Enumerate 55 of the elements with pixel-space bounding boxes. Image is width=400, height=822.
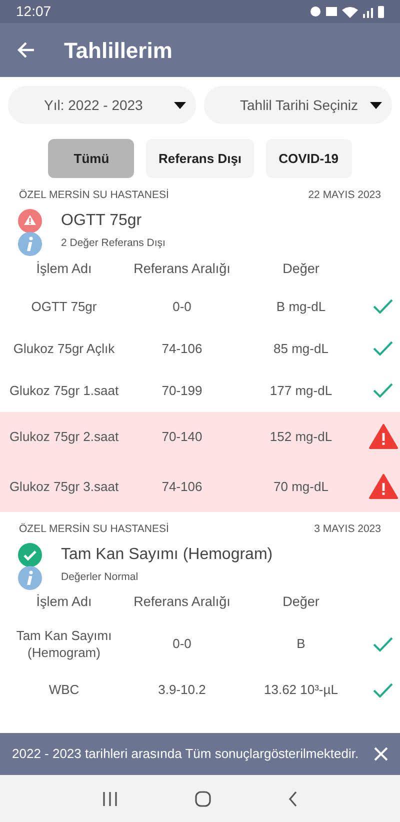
signal-icon	[363, 6, 373, 18]
table-cell-text: 74-106	[160, 340, 204, 357]
column-header: İşlem Adı	[35, 593, 93, 612]
test-date: 22 MAYIS 2023	[308, 188, 381, 203]
column-header: Referans Aralığı	[132, 260, 232, 278]
table-cell-text: Glukoz 75gr Açlık	[12, 340, 116, 357]
table-cell-text: Glukoz 75gr 3.saat	[8, 478, 120, 495]
snackbar-message: 2022 - 2023 tarihleri arasında Tüm sonuçlargösterilmektedir.	[12, 745, 359, 764]
table-cell-text: 74-106	[160, 478, 204, 495]
recent-apps-icon[interactable]	[102, 792, 118, 806]
table-cell-text: Tam Kan Sayımı (Hemogram)	[15, 628, 113, 661]
table-cell-text: Glukoz 75gr 1.saat	[8, 382, 120, 399]
table-cell-text: 70-140	[160, 428, 204, 445]
test-summary: Değerler Normal	[61, 570, 138, 585]
table-cell-text: 0-0	[172, 636, 192, 653]
table-cell-text: 177 mg-dL	[268, 382, 334, 399]
back-arrow-icon[interactable]	[16, 40, 36, 60]
wifi-icon	[342, 5, 358, 18]
test-title: OGTT 75gr	[61, 210, 142, 231]
column-header: Değer	[282, 593, 320, 612]
hospital-name: ÖZEL MERSİN SU HASTANESİ	[19, 522, 169, 537]
test-date: 3 MAYIS 2023	[314, 522, 381, 537]
hospital-name: ÖZEL MERSİN SU HASTANESİ	[19, 188, 169, 203]
table-cell-text: 70-199	[160, 382, 204, 399]
info-icon	[18, 566, 42, 590]
table-cell-text: 13.62 10³-µL	[263, 682, 339, 699]
dropdown[interactable]: Yıl: 2022 - 2023	[8, 86, 196, 124]
table-cell-text: 70 mg-dL	[272, 478, 330, 495]
table-cell-text: 3.9-10.2	[157, 682, 207, 699]
app-title: Tahlillerim	[64, 36, 172, 64]
column-header: İşlem Adı	[35, 260, 93, 278]
filter-tab[interactable]: COVID-19	[266, 139, 352, 178]
battery-icon	[378, 6, 384, 18]
dropdown[interactable]: Tahlil Tarihi Seçiniz	[204, 86, 392, 124]
back-icon[interactable]	[288, 790, 298, 806]
table-cell-text: OGTT 75gr	[30, 298, 98, 315]
caret-icon	[370, 102, 382, 108]
table-cell-text: B mg-dL	[275, 298, 327, 315]
home-icon[interactable]	[194, 790, 211, 806]
table-cell-text: 85 mg-dL	[272, 340, 330, 357]
column-header: Referans Aralığı	[132, 593, 232, 612]
table-cell-text: B	[296, 636, 306, 653]
info-icon	[18, 232, 42, 256]
caret-icon	[174, 102, 186, 108]
filter-tab[interactable]: Tümü	[48, 139, 134, 178]
column-header: Değer	[282, 260, 320, 278]
table-cell-text: Glukoz 75gr 2.saat	[8, 428, 120, 445]
close-icon[interactable]	[374, 747, 388, 761]
status-time: 12:07	[16, 2, 52, 21]
test-title: Tam Kan Sayımı (Hemogram)	[61, 544, 273, 564]
table-cell-text: WBC	[48, 682, 80, 699]
filter-tab[interactable]: Referans Dışı	[146, 139, 254, 178]
test-summary: 2 Değer Referans Dışı	[61, 236, 166, 251]
table-cell-text: 152 mg-dL	[268, 428, 334, 445]
table-cell-text: 0-0	[172, 298, 192, 315]
